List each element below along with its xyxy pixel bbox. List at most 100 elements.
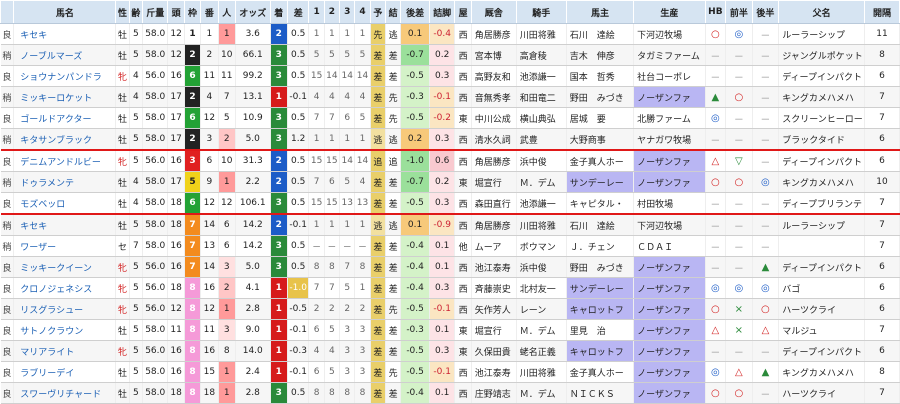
column-header[interactable]: 詰脚 bbox=[428, 0, 456, 24]
closing-speed: -0.2 bbox=[429, 107, 456, 129]
interval: 6 bbox=[864, 340, 900, 362]
column-header[interactable]: 着 bbox=[269, 0, 288, 24]
column-header[interactable]: 人 bbox=[217, 0, 236, 24]
corner-4: 4 bbox=[354, 86, 371, 108]
column-header[interactable]: 結 bbox=[384, 0, 402, 24]
column-header[interactable]: 頭 bbox=[167, 0, 185, 24]
column-header[interactable]: 2 bbox=[323, 0, 341, 24]
horse-name-link[interactable]: ドゥラメンテ bbox=[13, 171, 117, 193]
finish-position: 1 bbox=[270, 361, 288, 383]
field-size-cell: 17 bbox=[167, 86, 185, 108]
column-header[interactable]: 馬名 bbox=[13, 0, 117, 24]
actual-style: 差 bbox=[385, 44, 402, 66]
corner-4: 2 bbox=[354, 298, 371, 320]
margin: 1.2 bbox=[287, 128, 310, 151]
horse-name-link[interactable]: クロノジェネシス bbox=[13, 277, 117, 299]
column-header[interactable]: 父名 bbox=[778, 0, 865, 24]
race-row[interactable]: 稍ノーブルマーズ牡 5 58.0 12 2 2 10 66.1 3 0.5 5 5 5 5 差差 -0.7 0.… bbox=[0, 44, 900, 66]
column-header[interactable]: 生産 bbox=[633, 0, 706, 24]
jockey: 川田将雅 bbox=[516, 23, 567, 45]
hb-mark: － bbox=[705, 192, 727, 215]
popularity: 3 bbox=[218, 319, 236, 341]
race-row[interactable]: 稍ドゥラメンテ牡 4 58.0 17 5 9 1 2.2 2 0.5 7 6 5 4 差差 -0.7 0.2 東堀… bbox=[0, 171, 900, 193]
actual-style: 先 bbox=[385, 298, 402, 320]
weight-cell: 56.0 bbox=[142, 256, 169, 278]
column-header[interactable]: 3 bbox=[339, 0, 356, 24]
column-header[interactable]: HB bbox=[704, 0, 727, 24]
track-condition: 稍 bbox=[0, 214, 15, 236]
late-diff: -0.5 bbox=[400, 65, 430, 87]
hb-mark: － bbox=[705, 235, 727, 257]
column-header[interactable]: 枠 bbox=[183, 0, 202, 24]
late-diff: -0.3 bbox=[400, 86, 430, 108]
race-row[interactable]: 良スワーヴリチャード牡 5 58.0 18 8 18 1 2.8 3 0.5 8 8 8 8 差差 -0.4 0… bbox=[0, 382, 900, 404]
column-header[interactable]: 1 bbox=[308, 0, 325, 24]
corner-2: 5 bbox=[324, 361, 341, 383]
corner-4: 5 bbox=[354, 107, 371, 129]
horse-name-link[interactable]: サトノクラウン bbox=[13, 319, 117, 341]
race-row[interactable]: 良ミッキークイーン牝 5 56.0 16 7 14 3 5.0 3 0.5 8 8 7 8 差差 -0.4 0.… bbox=[0, 256, 900, 278]
race-row[interactable]: 稍キセキ牡 5 58.0 18 7 14 6 14.2 2 -0.1 1 1 1 1 逃逃 0.1 -0.9 西角… bbox=[0, 214, 900, 236]
race-row[interactable]: 良クロノジェネシス牝 5 56.0 18 8 16 2 4.1 1 -1.0 7 7 5 1 差差 -0.4 0… bbox=[0, 277, 900, 299]
race-row[interactable]: 良リスグラシュー牝 5 56.0 12 8 12 1 2.8 1 -0.5 2 2 2 2 差先 -0.5 -0… bbox=[0, 298, 900, 320]
race-row[interactable]: 良ラブリーデイ牡 5 58.0 16 8 15 1 2.4 1 -0.1 6 5 3 3 差先 -0.5 -0.… bbox=[0, 361, 900, 383]
column-header[interactable]: 斤量 bbox=[141, 0, 169, 24]
column-header[interactable]: 差 bbox=[286, 0, 310, 24]
weight-cell: 58.0 bbox=[142, 23, 169, 45]
horse-name-link[interactable]: マリアライト bbox=[13, 340, 117, 362]
column-header[interactable]: 後差 bbox=[400, 0, 430, 24]
race-row[interactable]: 稍キタサンブラック牡 5 58.0 17 2 3 2 5.0 3 1.2 1 1 1 1 逃逃 0.2 0.3 西… bbox=[0, 128, 900, 151]
column-header[interactable]: 騎手 bbox=[515, 0, 567, 24]
race-row[interactable]: 良ショウナンパンドラ牝 4 56.0 16 6 11 11 99.2 3 0.5 15 14 14 14 差… bbox=[0, 65, 900, 87]
horse-name-link[interactable]: スワーヴリチャード bbox=[13, 382, 117, 404]
horse-name-link[interactable]: ショウナンパンドラ bbox=[13, 65, 117, 87]
stable-region: 西 bbox=[454, 44, 472, 66]
horse-name-link[interactable]: ノーブルマーズ bbox=[13, 44, 117, 66]
column-header[interactable]: 齢 bbox=[128, 0, 143, 24]
race-row[interactable]: 良マリアライト牝 5 56.0 16 8 16 8 14.0 1 -0.3 4 4 3 3 差差 -0.5 0.… bbox=[0, 340, 900, 362]
column-header[interactable]: オッズ bbox=[234, 0, 271, 24]
race-row[interactable]: 良デニムアンドルビー牝 5 56.0 16 3 6 10 31.3 2 0.5 15 15 14 14 追追… bbox=[0, 150, 900, 172]
column-header[interactable]: 性 bbox=[115, 0, 130, 24]
horse-name-link[interactable]: ゴールドアクター bbox=[13, 107, 117, 129]
column-header[interactable]: 番 bbox=[200, 0, 219, 24]
horse-name-link[interactable]: キセキ bbox=[13, 23, 117, 45]
race-row[interactable]: 良ゴールドアクター牡 5 58.0 17 6 12 5 10.9 3 0.5 7 7 6 5 差先 -0.5-… bbox=[0, 107, 900, 129]
column-header[interactable] bbox=[0, 0, 15, 24]
horse-name-link[interactable]: ラブリーデイ bbox=[13, 361, 117, 383]
sex-cell: 牡 bbox=[115, 214, 130, 236]
race-row[interactable]: 良モズベッロ牡 4 58.0 18 6 12 12 106.1 3 0.5 15 15 13 13 差差 -0… bbox=[0, 192, 900, 215]
column-header[interactable]: 開隔 bbox=[864, 0, 900, 24]
sire-name: ハーツクライ bbox=[778, 382, 865, 404]
owner: 金子真人ホー bbox=[566, 150, 635, 172]
horse-name-link[interactable]: キタサンブラック bbox=[13, 128, 117, 151]
horse-name-link[interactable]: デニムアンドルビー bbox=[13, 150, 117, 172]
race-row[interactable]: 良サトノクラウン牡 5 58.0 11 8 11 3 9.0 1 -0.1 6 5 3 3 差差 -0.3 0.… bbox=[0, 319, 900, 341]
horse-name-link[interactable]: ミッキークイーン bbox=[13, 256, 117, 278]
sire-name: ディープインパクト bbox=[778, 65, 865, 87]
field-size-cell: 12 bbox=[167, 23, 185, 45]
column-header[interactable]: 予 bbox=[369, 0, 386, 24]
race-row[interactable]: 稍ワーザーセ 7 58.0 16 7 13 6 14.2 3 0.5 －－－－差差 -0.4 0.1 他ム… bbox=[0, 235, 900, 257]
horse-name-link[interactable]: ミッキーロケット bbox=[13, 86, 117, 108]
second-half-mark: － bbox=[752, 214, 780, 236]
hb-mark: ○ bbox=[705, 298, 727, 320]
late-diff: -0.5 bbox=[400, 192, 430, 215]
finish-position: 1 bbox=[270, 86, 288, 108]
column-header[interactable]: 後半 bbox=[751, 0, 780, 24]
race-row[interactable]: 稍ミッキーロケット牡 4 58.0 17 2 4 7 13.1 1 -0.1 4 4 4 4 差先 -0.3-… bbox=[0, 86, 900, 108]
sex-cell: 牝 bbox=[115, 65, 130, 87]
column-header[interactable]: 4 bbox=[354, 0, 371, 24]
frame-number: 1 bbox=[184, 23, 202, 45]
horse-name-link[interactable]: ワーザー bbox=[13, 235, 117, 257]
column-header[interactable]: 馬主 bbox=[565, 0, 635, 24]
horse-name-link[interactable]: リスグラシュー bbox=[13, 298, 117, 320]
predicted-style: 差 bbox=[370, 107, 386, 129]
actual-style: 先 bbox=[385, 361, 402, 383]
race-row[interactable]: 良キセキ牡 5 58.0 12 1 1 1 3.6 2 0.5 1 1 1 1 先逃 0.1 -0.4 西角居勝彦… bbox=[0, 23, 900, 45]
column-header[interactable]: 屋 bbox=[454, 0, 472, 24]
horse-name-link[interactable]: モズベッロ bbox=[13, 192, 117, 215]
horse-name-link[interactable]: キセキ bbox=[13, 214, 117, 236]
column-header[interactable]: 厩舎 bbox=[470, 0, 517, 24]
column-header[interactable]: 前半 bbox=[725, 0, 753, 24]
